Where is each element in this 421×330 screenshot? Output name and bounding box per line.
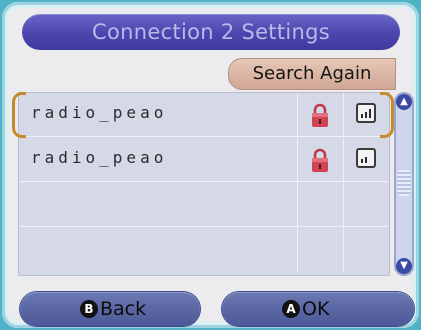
search-again-button[interactable]: Search Again [228, 58, 396, 90]
lock-icon [312, 148, 328, 172]
selection-cursor [12, 92, 26, 138]
lock-icon [312, 103, 328, 127]
empty-list-row [19, 183, 389, 227]
title-bar: Connection 2 Settings [22, 14, 400, 50]
network-row[interactable]: radio_peao [19, 93, 389, 137]
network-signal-cell [343, 138, 389, 181]
network-lock-cell [297, 93, 344, 136]
empty-cell [19, 183, 298, 226]
search-again-label: Search Again [252, 63, 372, 84]
network-row[interactable]: radio_peao [19, 138, 389, 182]
empty-cell [343, 228, 389, 272]
signal-strength-icon [356, 103, 376, 123]
network-lock-cell [297, 138, 344, 181]
scroll-up-arrow-icon[interactable]: ▲ [396, 94, 412, 110]
signal-strength-icon [356, 148, 376, 168]
empty-list-row [19, 228, 389, 272]
empty-cell [343, 183, 389, 226]
ok-button[interactable]: A OK [222, 292, 414, 326]
page-title: Connection 2 Settings [92, 20, 330, 44]
scroll-down-arrow-icon[interactable]: ▼ [396, 258, 412, 274]
empty-cell [297, 228, 344, 272]
selection-cursor [380, 92, 394, 138]
back-button[interactable]: B Back [20, 292, 200, 326]
back-label: Back [100, 298, 147, 320]
scroll-thumb[interactable] [397, 170, 411, 196]
network-ssid: radio_peao [31, 103, 168, 122]
list-scrollbar[interactable]: ▲ ▼ [394, 92, 414, 276]
a-button-icon: A [282, 300, 300, 318]
b-button-icon: B [80, 300, 98, 318]
network-name-cell: radio_peao [19, 138, 298, 181]
empty-cell [297, 183, 344, 226]
empty-cell [19, 228, 298, 272]
ok-label: OK [302, 298, 330, 320]
network-name-cell: radio_peao [19, 93, 298, 136]
network-ssid: radio_peao [31, 148, 168, 167]
network-list: radio_peao radio_peao [18, 92, 390, 276]
